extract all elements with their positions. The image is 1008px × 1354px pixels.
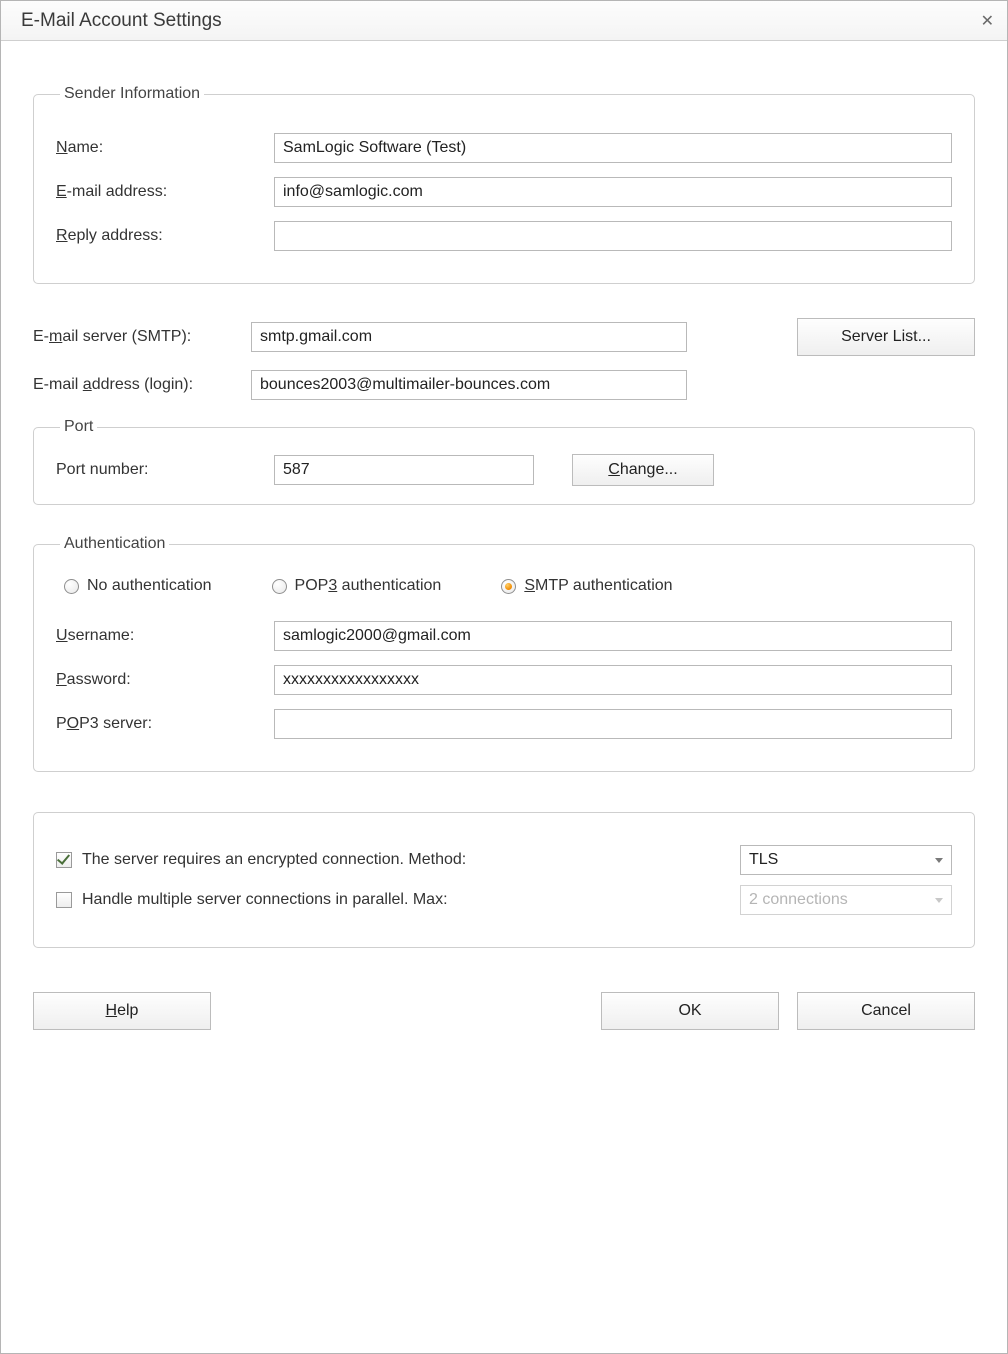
- legend-port: Port: [60, 418, 97, 436]
- radio-icon: [272, 579, 287, 594]
- label-password: Password:: [56, 671, 262, 689]
- input-password[interactable]: [274, 665, 952, 695]
- row-parallel-connections: Handle multiple server connections in pa…: [56, 885, 952, 915]
- group-port: Port Port number: Change...: [33, 418, 975, 505]
- row-password: Password:: [56, 665, 952, 695]
- legend-authentication: Authentication: [60, 535, 169, 553]
- row-name: Name:: [56, 133, 952, 163]
- label-username: Username:: [56, 627, 262, 645]
- label-email: E-mail address:: [56, 183, 262, 201]
- label-name: Name:: [56, 139, 262, 157]
- group-sender-information: Sender Information Name: E-mail address:…: [33, 85, 975, 284]
- row-username: Username:: [56, 621, 952, 651]
- cancel-button[interactable]: Cancel: [797, 992, 975, 1030]
- radio-pop3-auth[interactable]: POP3 authentication: [272, 577, 442, 595]
- help-button[interactable]: Help: [33, 992, 211, 1030]
- chevron-down-icon: [935, 858, 943, 863]
- input-port: [274, 455, 534, 485]
- label-parallel: Handle multiple server connections in pa…: [82, 891, 730, 909]
- radio-icon: [501, 579, 516, 594]
- input-email[interactable]: [274, 177, 952, 207]
- input-username[interactable]: [274, 621, 952, 651]
- select-parallel-max: 2 connections: [740, 885, 952, 915]
- row-login-email: E-mail address (login):: [33, 370, 975, 400]
- server-section: E-mail server (SMTP): Server List... E-m…: [33, 318, 975, 400]
- input-pop3-server[interactable]: [274, 709, 952, 739]
- label-reply: Reply address:: [56, 227, 262, 245]
- checkbox-encrypted[interactable]: [56, 852, 72, 868]
- input-login-email[interactable]: [251, 370, 687, 400]
- label-encrypted: The server requires an encrypted connect…: [82, 851, 730, 869]
- change-port-button[interactable]: Change...: [572, 454, 714, 486]
- label-pop3-server: POP3 server:: [56, 715, 262, 733]
- select-value: TLS: [749, 851, 778, 869]
- label-port: Port number:: [56, 461, 262, 479]
- checkbox-parallel[interactable]: [56, 892, 72, 908]
- input-smtp-server[interactable]: [251, 322, 687, 352]
- footer-buttons: Help OK Cancel: [33, 992, 975, 1030]
- group-authentication: Authentication No authentication POP3 au…: [33, 535, 975, 772]
- server-list-button[interactable]: Server List...: [797, 318, 975, 356]
- label-smtp-server: E-mail server (SMTP):: [33, 328, 239, 346]
- ok-button[interactable]: OK: [601, 992, 779, 1030]
- auth-radio-row: No authentication POP3 authentication SM…: [64, 577, 952, 595]
- row-smtp-server: E-mail server (SMTP): Server List...: [33, 318, 975, 356]
- label-login-email: E-mail address (login):: [33, 376, 239, 394]
- dialog-window: E-Mail Account Settings ✕ Sender Informa…: [0, 0, 1008, 1354]
- radio-no-auth[interactable]: No authentication: [64, 577, 212, 595]
- content: Sender Information Name: E-mail address:…: [1, 41, 1007, 1040]
- row-port: Port number: Change...: [56, 454, 952, 486]
- row-pop3-server: POP3 server:: [56, 709, 952, 739]
- input-name[interactable]: [274, 133, 952, 163]
- close-icon[interactable]: ✕: [975, 9, 999, 33]
- select-value: 2 connections: [749, 891, 848, 909]
- radio-icon: [64, 579, 79, 594]
- select-encryption-method[interactable]: TLS: [740, 845, 952, 875]
- input-reply[interactable]: [274, 221, 952, 251]
- row-email: E-mail address:: [56, 177, 952, 207]
- chevron-down-icon: [935, 898, 943, 903]
- row-reply: Reply address:: [56, 221, 952, 251]
- dialog-title: E-Mail Account Settings: [21, 10, 222, 32]
- titlebar: E-Mail Account Settings ✕: [1, 1, 1007, 41]
- panel-connection-options: The server requires an encrypted connect…: [33, 812, 975, 948]
- radio-smtp-auth[interactable]: SMTP authentication: [501, 577, 672, 595]
- legend-sender-information: Sender Information: [60, 85, 204, 103]
- row-encrypted-connection: The server requires an encrypted connect…: [56, 845, 952, 875]
